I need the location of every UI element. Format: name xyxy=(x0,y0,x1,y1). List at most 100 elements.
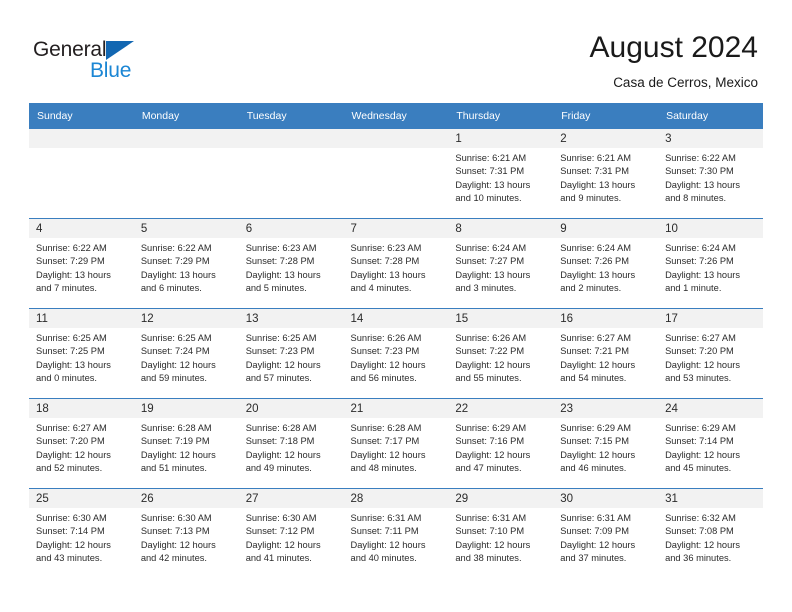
calendar-week-row: 4 Sunrise: 6:22 AM Sunset: 7:29 PM Daylight… xyxy=(29,218,763,309)
calendar-day-cell[interactable]: 21 Sunrise: 6:28 AM Sunset: 7:17 PM Dayligh… xyxy=(343,398,449,489)
calendar-day-cell[interactable]: 23 Sunrise: 6:29 AM Sunset: 7:15 PM Dayligh… xyxy=(553,398,659,489)
sunset-line: Sunset: 7:17 PM xyxy=(350,436,420,447)
daylight-line-cont: and 7 minutes. xyxy=(36,283,97,294)
calendar-day-cell[interactable] xyxy=(343,128,449,219)
calendar-day-cell[interactable]: 4 Sunrise: 6:22 AM Sunset: 7:29 PM Daylight… xyxy=(29,218,134,309)
day-details: Sunrise: 6:27 AM Sunset: 7:20 PM Daylight:… xyxy=(658,328,763,386)
day-details: Sunrise: 6:24 AM Sunset: 7:27 PM Daylight:… xyxy=(448,238,553,296)
day-number: 3 xyxy=(658,129,763,148)
calendar-day-cell[interactable]: 14 Sunrise: 6:26 AM Sunset: 7:23 PM Dayligh… xyxy=(343,308,449,399)
calendar-day-cell[interactable] xyxy=(29,128,134,219)
calendar-day-cell[interactable]: 10 Sunrise: 6:24 AM Sunset: 7:26 PM Dayligh… xyxy=(658,218,763,309)
day-number: 27 xyxy=(238,489,344,508)
calendar-day-cell[interactable]: 13 Sunrise: 6:25 AM Sunset: 7:23 PM Dayligh… xyxy=(238,308,344,399)
day-cell: 28 Sunrise: 6:31 AM Sunset: 7:11 PM Dayligh… xyxy=(343,489,449,578)
daylight-line: Daylight: 12 hours xyxy=(36,539,111,550)
sunrise-line: Sunrise: 6:30 AM xyxy=(36,513,107,523)
daylight-line: Daylight: 12 hours xyxy=(140,539,216,550)
calendar-day-cell[interactable] xyxy=(133,128,239,219)
weekday-header-thursday: Thursday xyxy=(448,103,554,129)
calendar-day-cell[interactable]: 17 Sunrise: 6:27 AM Sunset: 7:20 PM Dayligh… xyxy=(658,308,763,399)
day-details: Sunrise: 6:29 AM Sunset: 7:16 PM Daylight:… xyxy=(448,418,553,476)
sunset-line: Sunset: 7:28 PM xyxy=(245,256,315,267)
day-cell: 29 Sunrise: 6:31 AM Sunset: 7:10 PM Dayligh… xyxy=(448,489,554,578)
calendar-day-cell[interactable]: 22 Sunrise: 6:29 AM Sunset: 7:16 PM Dayligh… xyxy=(448,398,554,489)
daylight-line-cont: and 1 minute. xyxy=(665,283,722,294)
sunrise-line: Sunrise: 6:21 AM xyxy=(560,153,632,163)
calendar-day-cell[interactable]: 8 Sunrise: 6:24 AM Sunset: 7:27 PM Daylight… xyxy=(448,218,554,309)
day-cell: 7 Sunrise: 6:23 AM Sunset: 7:28 PM Daylight… xyxy=(343,219,449,308)
calendar-day-cell[interactable]: 25 Sunrise: 6:30 AM Sunset: 7:14 PM Dayligh… xyxy=(29,488,134,578)
sunset-line: Sunset: 7:13 PM xyxy=(140,526,210,537)
calendar-day-cell[interactable]: 12 Sunrise: 6:25 AM Sunset: 7:24 PM Dayligh… xyxy=(133,308,239,399)
sunset-line: Sunset: 7:20 PM xyxy=(36,436,105,447)
day-details: Sunrise: 6:24 AM Sunset: 7:26 PM Daylight:… xyxy=(658,238,763,296)
sunrise-line: Sunrise: 6:31 AM xyxy=(560,513,632,523)
day-details: Sunrise: 6:30 AM Sunset: 7:14 PM Daylight:… xyxy=(29,508,134,566)
sunset-line: Sunset: 7:31 PM xyxy=(560,166,629,177)
day-details xyxy=(344,148,449,152)
calendar-day-cell[interactable]: 2 Sunrise: 6:21 AM Sunset: 7:31 PM Daylight… xyxy=(553,128,659,219)
calendar-day-cell[interactable]: 31 Sunrise: 6:32 AM Sunset: 7:08 PM Dayligh… xyxy=(658,488,763,578)
day-number: 23 xyxy=(553,399,659,418)
day-number: 1 xyxy=(448,129,554,148)
generalblue-logo[interactable]: General Blue xyxy=(33,38,213,84)
calendar-day-cell[interactable]: 20 Sunrise: 6:28 AM Sunset: 7:18 PM Dayligh… xyxy=(238,398,344,489)
calendar-day-cell[interactable]: 7 Sunrise: 6:23 AM Sunset: 7:28 PM Daylight… xyxy=(343,218,449,309)
day-details: Sunrise: 6:28 AM Sunset: 7:18 PM Daylight:… xyxy=(239,418,344,476)
calendar-week-row: 18 Sunrise: 6:27 AM Sunset: 7:20 PM Dayligh… xyxy=(29,398,763,489)
day-details xyxy=(134,148,239,152)
day-number: 29 xyxy=(448,489,554,508)
day-details: Sunrise: 6:27 AM Sunset: 7:21 PM Daylight:… xyxy=(553,328,658,386)
sunset-line: Sunset: 7:26 PM xyxy=(560,256,629,267)
day-number: 13 xyxy=(238,309,344,328)
sunrise-line: Sunrise: 6:29 AM xyxy=(455,423,527,433)
calendar-day-cell[interactable]: 28 Sunrise: 6:31 AM Sunset: 7:11 PM Dayligh… xyxy=(343,488,449,578)
calendar-day-cell[interactable]: 15 Sunrise: 6:26 AM Sunset: 7:22 PM Dayligh… xyxy=(448,308,554,399)
day-number xyxy=(238,129,344,148)
day-cell: 10 Sunrise: 6:24 AM Sunset: 7:26 PM Dayligh… xyxy=(658,219,763,308)
day-number: 28 xyxy=(343,489,449,508)
calendar-day-cell[interactable]: 24 Sunrise: 6:29 AM Sunset: 7:14 PM Dayligh… xyxy=(658,398,763,489)
day-cell: 1 Sunrise: 6:21 AM Sunset: 7:31 PM Daylight… xyxy=(448,129,554,218)
daylight-line-cont: and 54 minutes. xyxy=(560,373,627,384)
sunrise-line: Sunrise: 6:29 AM xyxy=(560,423,632,433)
sunset-line: Sunset: 7:23 PM xyxy=(245,346,315,357)
day-cell: 23 Sunrise: 6:29 AM Sunset: 7:15 PM Dayligh… xyxy=(553,399,659,488)
calendar-day-cell[interactable]: 6 Sunrise: 6:23 AM Sunset: 7:28 PM Daylight… xyxy=(238,218,344,309)
calendar-day-cell[interactable]: 29 Sunrise: 6:31 AM Sunset: 7:10 PM Dayligh… xyxy=(448,488,554,578)
calendar-day-cell[interactable]: 5 Sunrise: 6:22 AM Sunset: 7:29 PM Daylight… xyxy=(133,218,239,309)
day-number: 2 xyxy=(553,129,659,148)
day-cell: 15 Sunrise: 6:26 AM Sunset: 7:22 PM Dayligh… xyxy=(448,309,554,398)
sunset-line: Sunset: 7:29 PM xyxy=(140,256,210,267)
daylight-line-cont: and 46 minutes. xyxy=(560,463,627,474)
calendar-day-cell[interactable]: 11 Sunrise: 6:25 AM Sunset: 7:25 PM Dayligh… xyxy=(29,308,134,399)
day-details: Sunrise: 6:26 AM Sunset: 7:22 PM Daylight:… xyxy=(448,328,553,386)
calendar-day-cell[interactable]: 1 Sunrise: 6:21 AM Sunset: 7:31 PM Daylight… xyxy=(448,128,554,219)
day-cell: 20 Sunrise: 6:28 AM Sunset: 7:18 PM Dayligh… xyxy=(238,399,344,488)
sunset-line: Sunset: 7:24 PM xyxy=(140,346,210,357)
sunrise-line: Sunrise: 6:23 AM xyxy=(350,243,422,253)
sunset-line: Sunset: 7:11 PM xyxy=(350,526,419,537)
daylight-line-cont: and 43 minutes. xyxy=(36,553,103,564)
daylight-line-cont: and 45 minutes. xyxy=(665,463,732,474)
calendar-day-cell[interactable]: 30 Sunrise: 6:31 AM Sunset: 7:09 PM Dayligh… xyxy=(553,488,659,578)
daylight-line: Daylight: 13 hours xyxy=(36,359,111,370)
sunset-line: Sunset: 7:30 PM xyxy=(665,166,734,177)
calendar-day-cell[interactable]: 9 Sunrise: 6:24 AM Sunset: 7:26 PM Daylight… xyxy=(553,218,659,309)
day-cell: 12 Sunrise: 6:25 AM Sunset: 7:24 PM Dayligh… xyxy=(133,309,239,398)
daylight-line: Daylight: 13 hours xyxy=(560,269,636,280)
calendar-day-cell[interactable]: 19 Sunrise: 6:28 AM Sunset: 7:19 PM Dayligh… xyxy=(133,398,239,489)
weekday-header-row: Sunday Monday Tuesday Wednesday Thursday… xyxy=(29,103,763,129)
calendar-day-cell[interactable]: 3 Sunrise: 6:22 AM Sunset: 7:30 PM Daylight… xyxy=(658,128,763,219)
calendar-day-cell[interactable] xyxy=(238,128,344,219)
calendar-grid: Sunday Monday Tuesday Wednesday Thursday… xyxy=(29,103,763,578)
calendar-day-cell[interactable]: 26 Sunrise: 6:30 AM Sunset: 7:13 PM Dayligh… xyxy=(133,488,239,578)
calendar-day-cell[interactable]: 27 Sunrise: 6:30 AM Sunset: 7:12 PM Dayligh… xyxy=(238,488,344,578)
day-details: Sunrise: 6:25 AM Sunset: 7:25 PM Daylight:… xyxy=(29,328,134,386)
calendar-day-cell[interactable]: 18 Sunrise: 6:27 AM Sunset: 7:20 PM Dayligh… xyxy=(29,398,134,489)
calendar-day-cell[interactable]: 16 Sunrise: 6:27 AM Sunset: 7:21 PM Dayligh… xyxy=(553,308,659,399)
day-number: 31 xyxy=(658,489,763,508)
daylight-line-cont: and 10 minutes. xyxy=(455,193,522,204)
daylight-line: Daylight: 12 hours xyxy=(245,539,321,550)
